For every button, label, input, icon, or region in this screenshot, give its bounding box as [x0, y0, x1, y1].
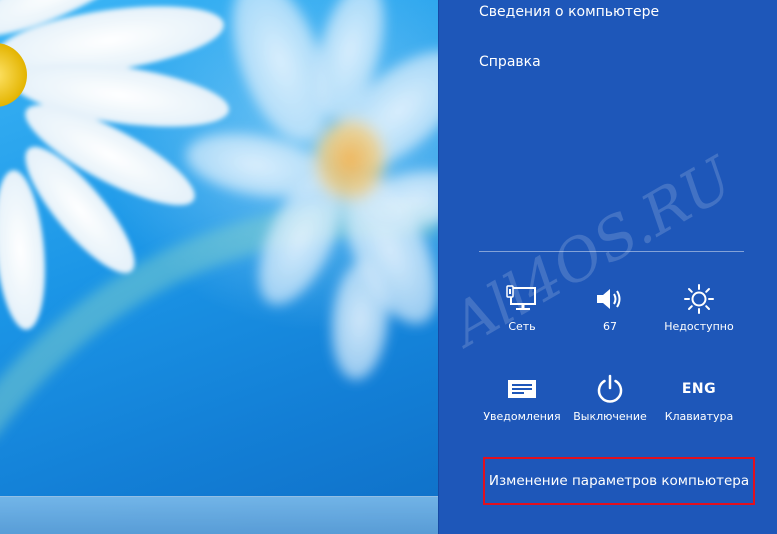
brightness-label: Недоступно	[664, 320, 734, 333]
network-tile[interactable]: Сеть	[472, 282, 572, 342]
notifications-tile[interactable]: Уведомления	[472, 372, 572, 432]
brightness-tile[interactable]: Недоступно	[649, 282, 749, 342]
network-label: Сеть	[508, 320, 536, 333]
desktop-wallpaper	[0, 0, 438, 534]
keyboard-tile[interactable]: ENG Клавиатура	[649, 372, 749, 432]
notifications-label: Уведомления	[483, 410, 561, 423]
pc-info-link[interactable]: Сведения о компьютере	[479, 4, 659, 20]
notifications-icon	[506, 372, 538, 406]
keyboard-language-text: ENG	[681, 381, 717, 397]
keyboard-language-indicator: ENG	[682, 372, 716, 406]
settings-charm-panel: Сведения о компьютере Справка Сеть 67 Не…	[438, 0, 777, 534]
network-monitor-icon	[506, 282, 538, 316]
power-label: Выключение	[573, 410, 647, 423]
power-icon	[595, 372, 625, 406]
volume-tile[interactable]: 67	[560, 282, 660, 342]
keyboard-label: Клавиатура	[664, 410, 734, 423]
taskbar	[0, 496, 438, 534]
panel-divider	[479, 251, 744, 252]
volume-level: 67	[603, 320, 617, 333]
help-link[interactable]: Справка	[479, 54, 541, 70]
power-tile[interactable]: Выключение	[560, 372, 660, 432]
change-pc-settings-link[interactable]: Изменение параметров компьютера	[483, 457, 755, 505]
daisy-wallpaper-art	[0, 0, 438, 432]
speaker-icon	[595, 282, 625, 316]
brightness-sun-icon	[683, 282, 715, 316]
